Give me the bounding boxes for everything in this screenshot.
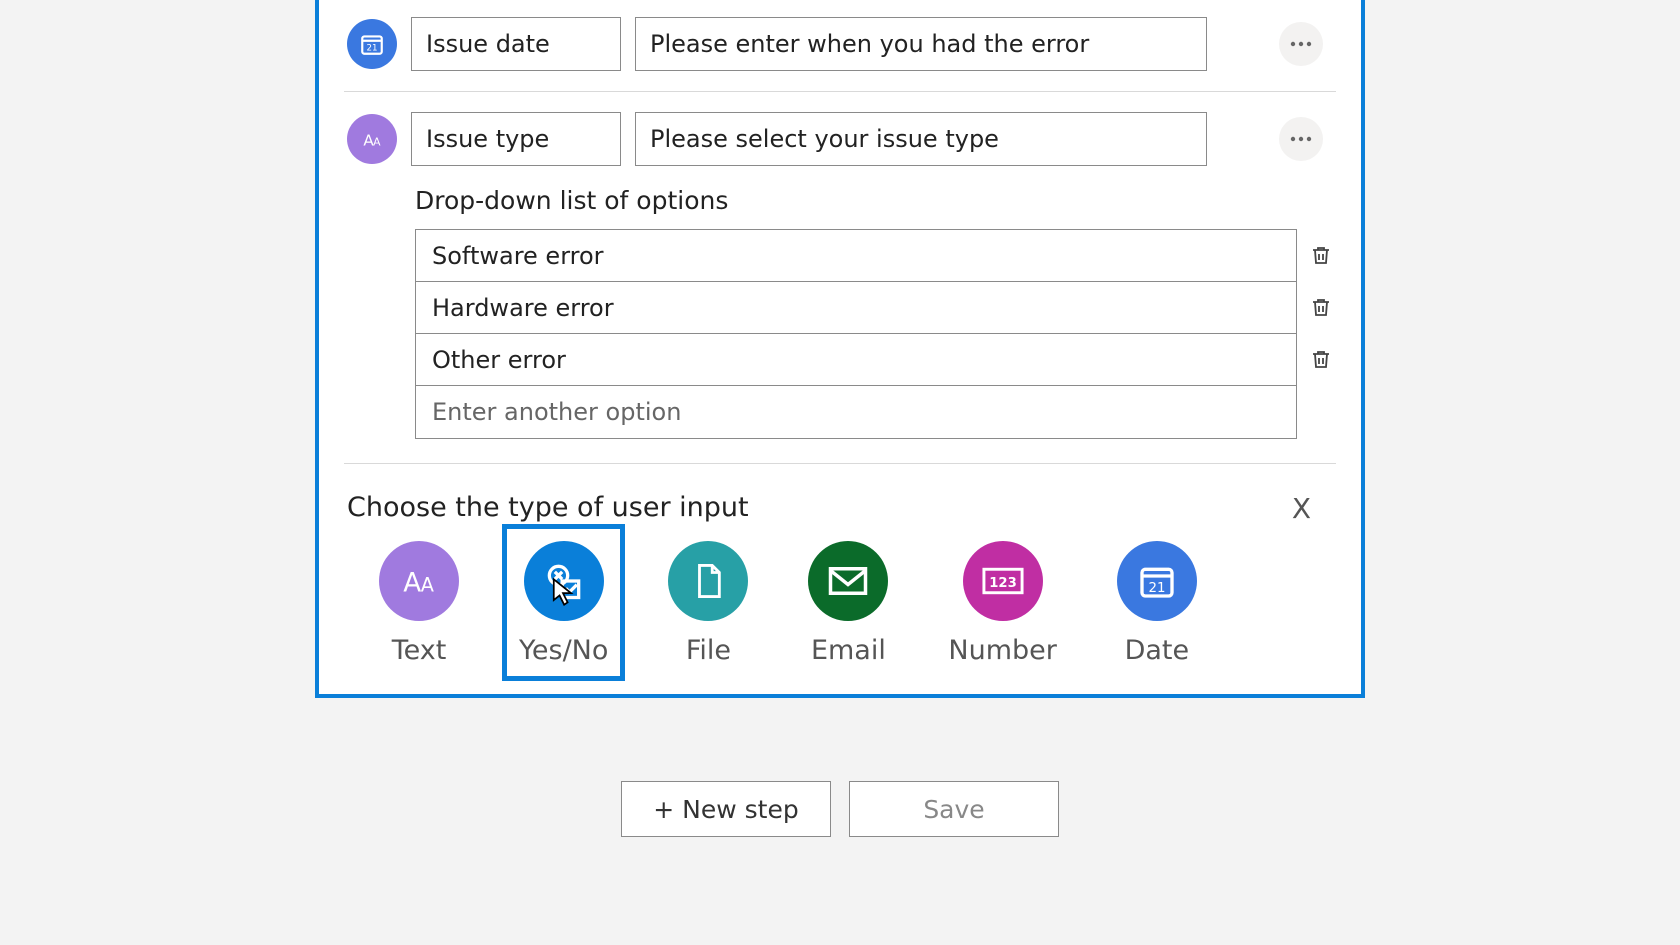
more-button[interactable]	[1279, 22, 1323, 66]
save-button[interactable]: Save	[849, 781, 1059, 837]
close-button[interactable]: X	[1292, 492, 1311, 525]
file-icon	[668, 541, 748, 621]
type-label: Number	[948, 635, 1056, 666]
svg-text:21: 21	[1148, 581, 1165, 596]
type-file[interactable]: File	[668, 541, 748, 666]
chooser-title: Choose the type of user input	[347, 492, 1333, 523]
input-desc-field[interactable]	[635, 112, 1207, 166]
more-button[interactable]	[1279, 117, 1323, 161]
type-label: Date	[1125, 635, 1190, 666]
dropdown-option[interactable]: Software error	[416, 230, 1296, 282]
footer-actions: + New step Save	[0, 781, 1680, 837]
delete-option-button[interactable]	[1309, 333, 1333, 385]
dropdown-options-block: Drop-down list of options Software error…	[319, 186, 1361, 463]
delete-option-button[interactable]	[1309, 281, 1333, 333]
type-number[interactable]: 123 Number	[948, 541, 1056, 666]
type-label: File	[686, 635, 731, 666]
email-icon	[808, 541, 888, 621]
type-email[interactable]: Email	[808, 541, 888, 666]
type-label: Yes/No	[519, 635, 608, 666]
yesno-icon	[524, 541, 604, 621]
input-desc-field[interactable]	[635, 17, 1207, 71]
dropdown-option[interactable]: Hardware error	[416, 282, 1296, 334]
dropdown-option-new[interactable]: Enter another option	[416, 386, 1296, 438]
dropdown-option[interactable]: Other error	[416, 334, 1296, 386]
number-icon: 123	[963, 541, 1043, 621]
calendar-icon: 21	[347, 19, 397, 69]
trash-icon	[1309, 294, 1333, 320]
input-name-field[interactable]	[411, 112, 621, 166]
delete-option-button[interactable]	[1309, 229, 1333, 281]
text-icon: AA	[379, 541, 459, 621]
trash-icon	[1309, 242, 1333, 268]
input-row-issue-date: 21	[319, 0, 1361, 91]
dropdown-label: Drop-down list of options	[415, 186, 1333, 215]
type-text[interactable]: AA Text	[379, 541, 459, 666]
type-yesno[interactable]: Yes/No	[507, 529, 620, 676]
svg-text:123: 123	[989, 576, 1017, 591]
svg-text:A: A	[403, 569, 421, 599]
svg-text:21: 21	[366, 44, 377, 54]
type-label: Text	[392, 635, 447, 666]
type-label: Email	[811, 635, 886, 666]
divider	[344, 91, 1336, 92]
input-row-issue-type: AA	[319, 92, 1361, 186]
calendar-icon: 21	[1117, 541, 1197, 621]
new-step-button[interactable]: + New step	[621, 781, 831, 837]
flow-trigger-card: 21 AA Drop-down list of options Software…	[315, 0, 1365, 698]
trash-icon	[1309, 346, 1333, 372]
type-date[interactable]: 21 Date	[1117, 541, 1197, 666]
svg-text:A: A	[373, 136, 381, 149]
dropdown-options-list: Software error Hardware error Other erro…	[415, 229, 1297, 439]
svg-text:A: A	[421, 574, 435, 597]
input-name-field[interactable]	[411, 17, 621, 71]
text-icon: AA	[347, 114, 397, 164]
choose-input-type-panel: Choose the type of user input X AA Text …	[319, 464, 1361, 694]
